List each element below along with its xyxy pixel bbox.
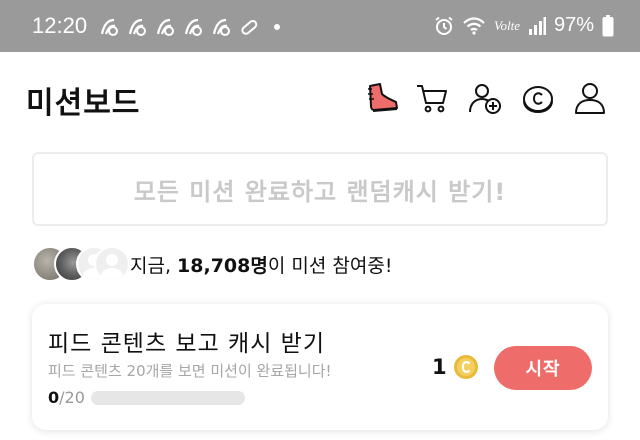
progress-done: 0: [48, 388, 60, 407]
app-header: 미션보드: [0, 52, 640, 140]
profile-icon[interactable]: [570, 78, 610, 118]
participants-prefix: 지금,: [130, 254, 178, 277]
cash-coin-icon: [453, 355, 478, 379]
app-notification-icon: [184, 18, 202, 36]
notification-icons: [98, 16, 280, 38]
signal-icon: [528, 16, 546, 35]
progress-bar: [90, 390, 245, 405]
complete-all-banner[interactable]: 모든 미션 완료하고 랜덤캐시 받기!: [32, 152, 608, 226]
progress-total: /20: [59, 388, 85, 407]
mission-description: 피드 콘텐츠 20개를 보면 미션이 완료됩니다!: [48, 362, 332, 380]
app-notification-icon: [212, 18, 230, 36]
participants-text: 지금, 18,708명이 미션 참여중!: [130, 251, 392, 278]
cart-icon[interactable]: [412, 78, 452, 118]
status-bar: 12:20 Volte 97%: [0, 0, 640, 52]
participants-count: 18,708명: [177, 254, 268, 277]
mission-card[interactable]: 피드 콘텐츠 보고 캐시 받기 피드 콘텐츠 20개를 보면 미션이 완료됩니다…: [32, 304, 608, 430]
participants-suffix: 이 미션 참여중!: [267, 254, 393, 277]
battery-percent: 97%: [553, 14, 594, 36]
coin-icon[interactable]: [518, 78, 558, 118]
alarm-icon: [435, 16, 453, 35]
wifi-icon: [463, 16, 485, 35]
status-time: 12:20: [32, 13, 88, 38]
app-notification-icon: [156, 18, 174, 36]
shoe-icon[interactable]: [362, 78, 402, 118]
participants-row: 지금, 18,708명이 미션 참여중!: [32, 244, 392, 284]
app-notification-icon: [100, 18, 118, 36]
app-notification-icon: [128, 18, 146, 36]
mission-title: 피드 콘텐츠 보고 캐시 받기: [48, 331, 326, 357]
avatar: [94, 246, 130, 282]
status-indicators: Volte 97%: [434, 14, 614, 37]
mission-reward: 1: [432, 354, 479, 380]
battery-icon: [602, 14, 614, 36]
volte-indicator: Volte: [493, 17, 520, 33]
banner-text: 모든 미션 완료하고 랜덤캐시 받기!: [133, 177, 507, 206]
add-friend-icon[interactable]: [465, 78, 505, 118]
page-title: 미션보드: [26, 86, 141, 121]
start-button[interactable]: 시작: [494, 346, 592, 390]
reward-amount: 1: [432, 355, 447, 379]
mission-progress: 0/20: [48, 388, 245, 407]
more-notifications-dot: [274, 24, 280, 30]
pill-icon: [241, 19, 258, 35]
participant-avatars: [32, 244, 130, 284]
